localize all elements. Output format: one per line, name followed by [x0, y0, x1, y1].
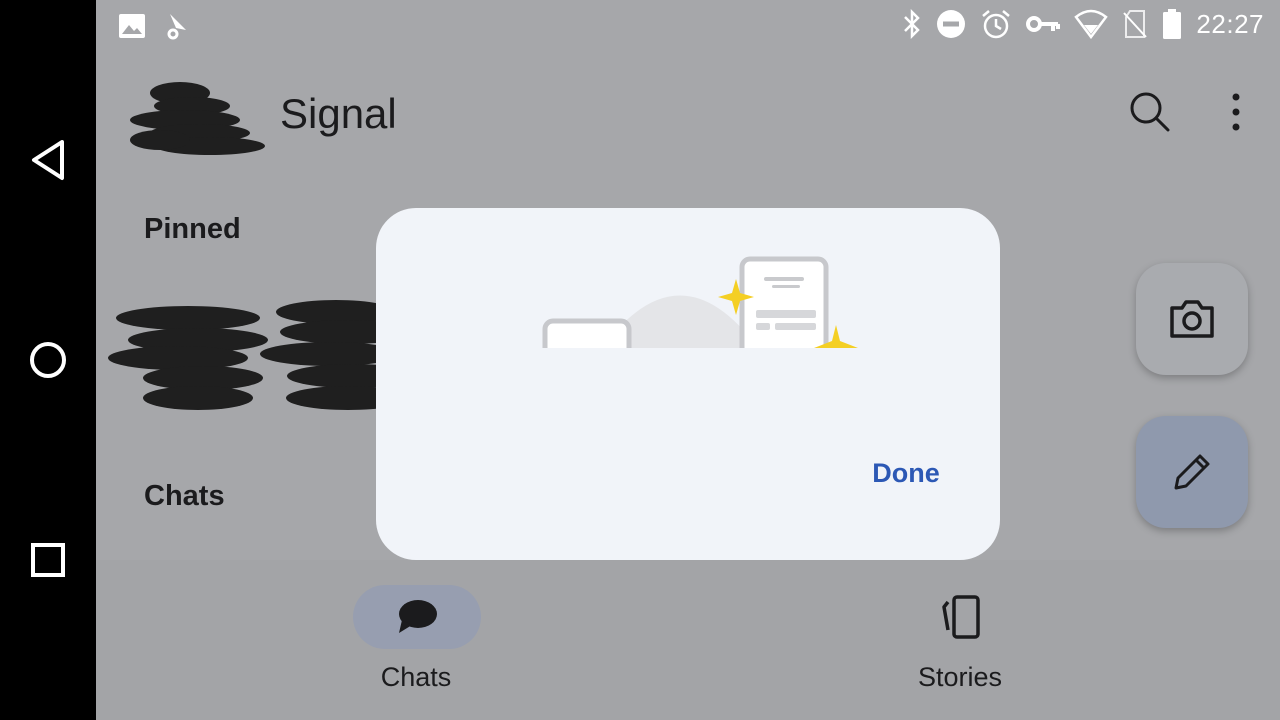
top-app-bar: Signal: [96, 60, 1280, 170]
battery-icon: [1163, 9, 1182, 39]
tab-chats[interactable]: Chats: [316, 560, 516, 720]
pencil-icon: [1174, 454, 1210, 490]
back-button[interactable]: [24, 136, 72, 184]
vpn-key-icon: [1026, 16, 1061, 32]
tab-stories-indicator: [897, 585, 1025, 649]
chat-bubble-icon: [399, 600, 437, 633]
tab-chats-indicator: [353, 585, 481, 649]
no-sim-icon: [1123, 10, 1148, 38]
more-options-button[interactable]: [1212, 88, 1260, 136]
alarm-icon: [982, 10, 1011, 39]
done-button[interactable]: Done: [846, 448, 966, 498]
status-bar: 22:27: [96, 0, 1280, 48]
tab-chats-label: Chats: [380, 662, 452, 692]
section-header-pinned: Pinned: [144, 213, 241, 245]
home-icon: [30, 342, 66, 378]
system-navigation-bar: [0, 0, 96, 720]
stories-icon: [942, 595, 980, 639]
search-icon: [1130, 92, 1170, 132]
tab-stories[interactable]: Stories: [860, 560, 1060, 720]
avatar[interactable]: [120, 78, 265, 158]
compose-button[interactable]: [1136, 416, 1248, 528]
search-button[interactable]: [1126, 88, 1174, 136]
onboarding-dialog: Done: [376, 208, 1000, 560]
image-icon: [119, 14, 145, 38]
wifi-icon: [1074, 9, 1109, 39]
camera-button[interactable]: [1136, 263, 1248, 375]
recents-button[interactable]: [24, 536, 72, 584]
back-icon: [32, 140, 64, 180]
signal-app: 22:27 Signal Pinned Chats Chats Stories …: [96, 0, 1280, 720]
more-vertical-icon: [1232, 93, 1240, 131]
do-not-disturb-icon: [937, 10, 966, 38]
bluetooth-icon: [904, 9, 921, 39]
status-time: 22:27: [1196, 8, 1264, 39]
tab-stories-label: Stories: [917, 662, 1003, 692]
page-title: Signal: [280, 90, 397, 137]
dialog-illustration: [540, 253, 860, 374]
home-button[interactable]: [24, 336, 72, 384]
recents-icon: [31, 543, 65, 577]
bottom-navigation: Chats Stories: [96, 560, 1280, 720]
location-pin-icon: [167, 14, 186, 40]
section-header-chats: Chats: [144, 480, 225, 512]
camera-icon: [1170, 300, 1214, 338]
